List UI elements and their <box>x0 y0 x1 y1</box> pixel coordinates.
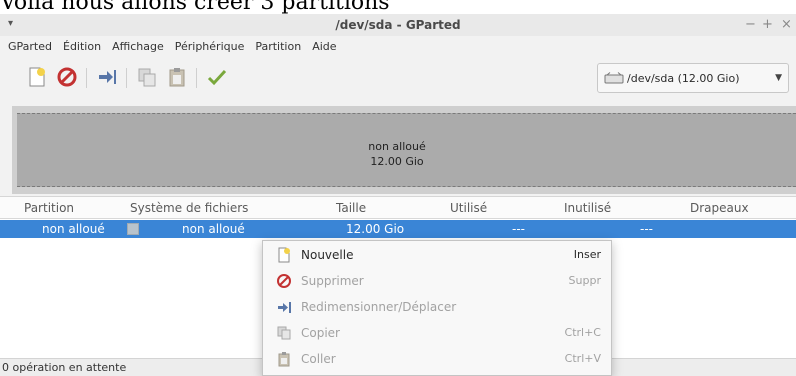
cell-partition: non alloué <box>42 222 105 236</box>
paste-icon <box>276 351 292 367</box>
menu-item-accelerator: Suppr <box>568 274 601 287</box>
delete-icon <box>276 273 292 289</box>
menu-item-label: Copier <box>301 326 340 340</box>
chevron-down-icon: ▼ <box>775 73 782 83</box>
menu-partition[interactable]: Partition <box>255 40 301 53</box>
new-icon <box>276 247 292 263</box>
menu-item-label: Coller <box>301 352 336 366</box>
toolbar-separator <box>86 68 87 88</box>
close-button[interactable]: × <box>781 17 792 32</box>
menu-affichage[interactable]: Affichage <box>112 40 164 53</box>
disk-map-name: non alloué <box>368 140 426 153</box>
window-title: /dev/sda - GParted <box>335 18 461 32</box>
column-size[interactable]: Taille <box>336 201 366 215</box>
menu-item-nouvelle[interactable]: Nouvelle Inser <box>263 244 611 268</box>
device-selector[interactable]: /dev/sda (12.00 Gio) ▼ <box>597 63 789 93</box>
cell-size: 12.00 Gio <box>346 222 405 236</box>
table-header: Partition Système de fichiers Taille Uti… <box>0 197 796 219</box>
delete-icon[interactable] <box>56 66 78 88</box>
table-row[interactable]: non alloué non alloué 12.00 Gio --- --- <box>0 220 796 238</box>
menu-bar: GParted Édition Affichage Périphérique P… <box>0 36 796 56</box>
resize-move-icon <box>276 299 292 315</box>
status-text: 0 opération en attente <box>2 361 127 374</box>
toolbar-separator <box>126 68 127 88</box>
toolbar-separator <box>196 68 197 88</box>
cell-unused: --- <box>640 222 653 236</box>
filesystem-color-swatch <box>127 223 139 235</box>
menu-item-accelerator: Inser <box>573 248 601 261</box>
column-flags[interactable]: Drapeaux <box>690 201 749 215</box>
column-partition[interactable]: Partition <box>24 201 74 215</box>
menu-gparted[interactable]: GParted <box>8 40 52 53</box>
menu-item-redimensionner[interactable]: Redimensionner/Déplacer <box>263 296 611 320</box>
minimize-button[interactable]: − <box>745 17 756 32</box>
menu-peripherique[interactable]: Périphérique <box>175 40 245 53</box>
disk-map-size: 12.00 Gio <box>370 155 424 168</box>
menu-item-supprimer[interactable]: Supprimer Suppr <box>263 270 611 294</box>
toolbar: /dev/sda (12.00 Gio) ▼ <box>0 58 796 98</box>
menu-aide[interactable]: Aide <box>312 40 336 53</box>
resize-move-icon[interactable] <box>96 66 118 88</box>
paste-icon[interactable] <box>166 66 188 88</box>
menu-item-copier[interactable]: Copier Ctrl+C <box>263 322 611 346</box>
device-label: /dev/sda (12.00 Gio) <box>627 71 740 85</box>
menu-item-coller[interactable]: Coller Ctrl+V <box>263 348 611 372</box>
copy-icon[interactable] <box>136 66 158 88</box>
menu-item-label: Nouvelle <box>301 248 354 262</box>
menu-item-label: Supprimer <box>301 274 364 288</box>
caption-text: Voila nous allons créer 3 partitions <box>0 0 390 14</box>
copy-icon <box>276 325 292 341</box>
menu-item-accelerator: Ctrl+V <box>564 352 601 365</box>
menu-item-label: Redimensionner/Déplacer <box>301 300 457 314</box>
context-menu: Nouvelle Inser Supprimer Suppr Redimensi… <box>262 240 612 376</box>
apply-icon[interactable] <box>206 66 228 88</box>
drive-icon <box>604 72 624 84</box>
title-bar: ▾ /dev/sda - GParted − + × <box>0 14 796 36</box>
column-used[interactable]: Utilisé <box>450 201 487 215</box>
maximize-button[interactable]: + <box>762 17 773 32</box>
disk-map[interactable]: non alloué 12.00 Gio <box>12 106 796 194</box>
menu-edition[interactable]: Édition <box>63 40 101 53</box>
cell-used: --- <box>512 222 525 236</box>
cell-filesystem: non alloué <box>182 222 245 236</box>
column-unused[interactable]: Inutilisé <box>564 201 611 215</box>
menu-item-accelerator: Ctrl+C <box>564 326 601 339</box>
disk-map-label: non alloué 12.00 Gio <box>12 139 782 169</box>
column-filesystem[interactable]: Système de fichiers <box>130 201 248 215</box>
new-icon[interactable] <box>26 66 48 88</box>
